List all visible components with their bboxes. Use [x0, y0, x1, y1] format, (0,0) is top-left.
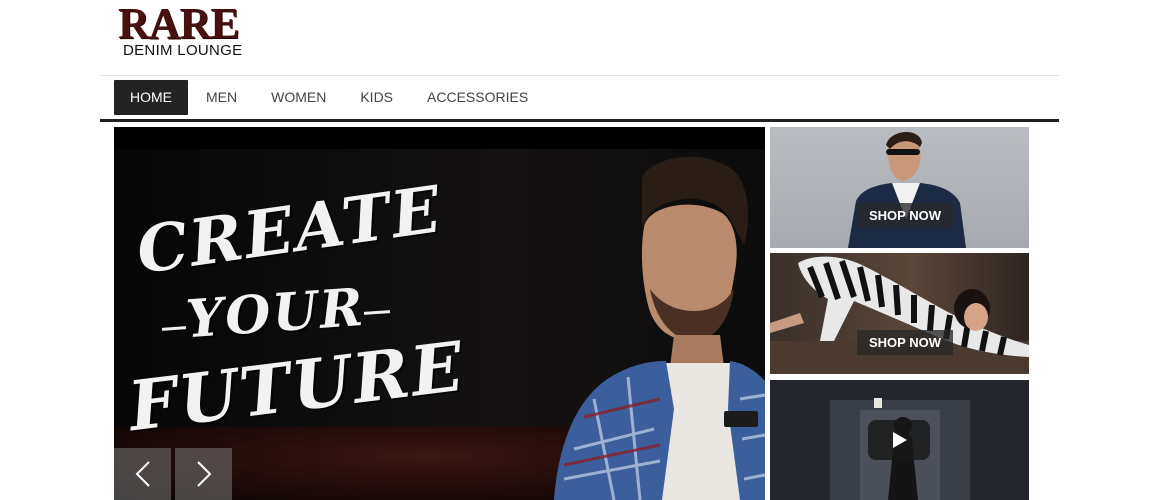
promo-tile-men[interactable]: SHOP NOW — [770, 127, 1029, 248]
hero-headline-dash — [161, 326, 187, 331]
logo-wordmark: RARE — [118, 0, 240, 48]
hero-headline-line-3: FUTURE — [124, 326, 470, 448]
hero-top-band — [114, 127, 765, 149]
play-icon — [893, 432, 907, 448]
hero-headline: CREATE YOUR FUTURE — [124, 172, 548, 447]
chevron-right-icon — [196, 461, 211, 487]
hero-headline-dash — [363, 310, 391, 315]
nav-item-men[interactable]: MEN — [190, 80, 253, 115]
promo-image-man — [848, 131, 966, 248]
hero-headline-line-1: CREATE — [132, 171, 448, 290]
slider-prev-button[interactable] — [114, 448, 171, 500]
promo-tile-women[interactable]: SHOP NOW — [770, 253, 1029, 374]
nav-item-accessories[interactable]: ACCESSORIES — [411, 80, 544, 115]
video-tile[interactable] — [770, 380, 1029, 500]
slider-next-button[interactable] — [175, 448, 232, 500]
promo-image-woman — [770, 256, 1029, 374]
nav-divider — [100, 119, 1059, 122]
logo-subtitle: DENIM LOUNGE — [123, 42, 243, 59]
nav-item-home[interactable]: HOME — [114, 80, 188, 115]
play-video-button[interactable] — [868, 420, 930, 460]
nav-item-kids[interactable]: KIDS — [344, 80, 409, 115]
chevron-left-icon — [135, 461, 150, 487]
hero-slide[interactable]: CREATE YOUR FUTURE — [114, 127, 765, 500]
shop-now-button[interactable]: SHOP NOW — [857, 203, 953, 228]
brand-logo[interactable]: RARE DENIM LOUNGE — [114, 0, 274, 64]
header-divider — [100, 75, 1059, 76]
nav-item-women[interactable]: WOMEN — [255, 80, 342, 115]
shop-now-button[interactable]: SHOP NOW — [857, 330, 953, 355]
hero-headline-line-2: YOUR — [184, 276, 367, 351]
main-nav: HOME MEN WOMEN KIDS ACCESSORIES — [114, 80, 544, 115]
hero-model-image — [554, 156, 765, 500]
